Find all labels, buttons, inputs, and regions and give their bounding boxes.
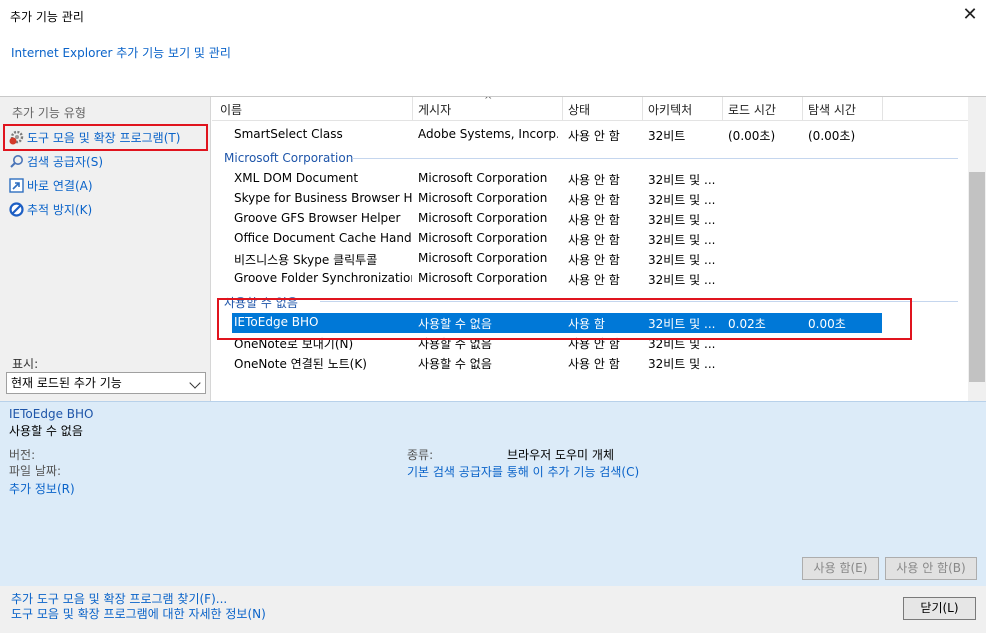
table-row[interactable]: OneNote 연결된 노트(K) 사용할 수 없음 사용 안 함 32비트 및… <box>212 353 968 373</box>
cell-name: Skype for Business Browser He... <box>234 191 412 205</box>
addon-type-search[interactable]: 검색 공급자(S) <box>9 151 103 171</box>
more-info-link[interactable]: 추가 정보(R) <box>9 480 75 497</box>
cell-arch: 32비트 및 ... <box>648 273 716 287</box>
show-select-value: 현재 로드된 추가 기능 <box>11 376 122 390</box>
cell-arch: 32비트 및 ... <box>648 213 716 227</box>
column-separator[interactable] <box>412 97 413 121</box>
cell-name: SmartSelect Class <box>234 127 343 141</box>
table-row[interactable]: XML DOM Document Microsoft Corporation 사… <box>212 169 968 189</box>
close-button[interactable]: 닫기(L) <box>903 597 976 620</box>
cell-status: 사용 안 함 <box>568 273 620 287</box>
show-select[interactable]: 현재 로드된 추가 기능 <box>6 372 206 394</box>
title-bar: 추가 기능 관리 ✕ <box>0 0 986 30</box>
version-label: 버전: <box>9 448 36 462</box>
cell-name: Groove GFS Browser Helper <box>234 211 401 225</box>
sort-up-icon: ^ <box>484 97 493 106</box>
detail-addon-status: 사용할 수 없음 <box>9 424 83 438</box>
column-header-publisher[interactable]: 게시자 <box>418 101 451 118</box>
cell-arch: 32비트 및 ... <box>648 173 716 187</box>
addon-type-tracking[interactable]: 추적 방지(K) <box>9 199 92 219</box>
cell-arch: 32비트 및 ... <box>648 233 716 247</box>
column-separator[interactable] <box>562 97 563 121</box>
addon-types-pane: 추가 기능 유형 도구 모음 및 확장 프로그램(T) 검색 공급자(S) 바로… <box>0 97 211 401</box>
scrollbar-thumb[interactable] <box>969 172 985 382</box>
vertical-scrollbar[interactable] <box>968 97 986 401</box>
table-row[interactable]: Groove GFS Browser Helper Microsoft Corp… <box>212 209 968 229</box>
group-header: Microsoft Corporation <box>224 151 354 165</box>
show-label: 표시: <box>12 357 39 371</box>
cell-publisher: Microsoft Corporation <box>418 251 548 265</box>
table-row[interactable]: SmartSelect Class Adobe Systems, Incorp.… <box>212 125 968 145</box>
cell-status: 사용 안 함 <box>568 129 620 143</box>
cell-name: Office Document Cache Handler <box>234 231 412 245</box>
search-addon-link[interactable]: 기본 검색 공급자를 통해 이 추가 기능 검색(C) <box>407 463 639 480</box>
addon-type-label: 바로 연결(A) <box>27 178 93 193</box>
column-header-name[interactable]: 이름 <box>220 101 242 118</box>
table-row[interactable]: Office Document Cache Handler Microsoft … <box>212 229 968 249</box>
type-label: 종류: <box>407 448 434 462</box>
column-separator[interactable] <box>642 97 643 121</box>
cell-load: (0.00초) <box>728 129 776 143</box>
cell-nav: (0.00초) <box>808 129 856 143</box>
cell-publisher: Microsoft Corporation <box>418 171 548 185</box>
column-separator[interactable] <box>722 97 723 121</box>
addon-types-label: 추가 기능 유형 <box>12 106 86 120</box>
column-header-load[interactable]: 로드 시간 <box>728 101 776 118</box>
cell-arch: 32비트 <box>648 129 686 143</box>
cell-status: 사용 안 함 <box>568 233 620 247</box>
footer: 추가 도구 모음 및 확장 프로그램 찾기(F)... 도구 모음 및 확장 프… <box>0 586 986 633</box>
selection-highlight-box <box>3 124 208 151</box>
addon-list: 이름 ^ 게시자 상태 아키텍처 로드 시간 탐색 시간 SmartSelect… <box>212 97 986 401</box>
type-value: 브라우저 도우미 개체 <box>507 448 614 462</box>
cell-name: 비즈니스용 Skype 클릭투콜 <box>234 253 378 267</box>
column-header-status[interactable]: 상태 <box>568 101 590 118</box>
cell-status: 사용 안 함 <box>568 253 620 267</box>
table-row[interactable]: 비즈니스용 Skype 클릭투콜 Microsoft Corporation 사… <box>212 249 968 269</box>
addon-type-accelerators[interactable]: 바로 연결(A) <box>9 175 93 195</box>
detail-addon-name: IEToEdge BHO <box>9 407 94 421</box>
cell-name: XML DOM Document <box>234 171 359 185</box>
cell-publisher: Microsoft Corporation <box>418 211 548 225</box>
accelerator-icon <box>9 177 24 193</box>
window-title: 추가 기능 관리 <box>10 10 84 24</box>
learn-more-link[interactable]: 도구 모음 및 확장 프로그램에 대한 자세한 정보(N) <box>11 605 266 622</box>
column-separator[interactable] <box>802 97 803 121</box>
cell-arch: 32비트 및 ... <box>648 193 716 207</box>
window-subtitle: Internet Explorer 추가 기능 보기 및 관리 <box>11 46 231 60</box>
selection-highlight-box <box>217 298 912 340</box>
cell-publisher: 사용할 수 없음 <box>418 357 492 371</box>
table-row[interactable]: Skype for Business Browser He... Microso… <box>212 189 968 209</box>
table-row[interactable]: Groove Folder Synchronization Microsoft … <box>212 269 968 289</box>
chevron-down-icon <box>189 377 201 389</box>
block-icon <box>9 201 24 217</box>
group-divider <box>352 158 958 159</box>
column-header-nav[interactable]: 탐색 시간 <box>808 101 856 118</box>
cell-status: 사용 안 함 <box>568 213 620 227</box>
cell-arch: 32비트 및 ... <box>648 357 716 371</box>
search-icon <box>9 154 24 169</box>
enable-button[interactable]: 사용 함(E) <box>802 557 879 580</box>
cell-publisher: Microsoft Corporation <box>418 231 548 245</box>
column-separator[interactable] <box>882 97 883 121</box>
cell-name: Groove Folder Synchronization <box>234 271 412 285</box>
cell-publisher: Microsoft Corporation <box>418 191 548 205</box>
details-pane: IEToEdge BHO 사용할 수 없음 버전: 파일 날짜: 추가 정보(R… <box>0 401 986 586</box>
addon-type-label: 검색 공급자(S) <box>27 154 103 169</box>
close-icon[interactable]: ✕ <box>960 4 980 26</box>
cell-status: 사용 안 함 <box>568 173 620 187</box>
cell-arch: 32비트 및 ... <box>648 253 716 267</box>
cell-status: 사용 안 함 <box>568 357 620 371</box>
addon-type-label: 추적 방지(K) <box>27 202 93 217</box>
column-header-arch[interactable]: 아키텍처 <box>648 101 692 118</box>
cell-name: OneNote 연결된 노트(K) <box>234 357 367 371</box>
list-header: 이름 ^ 게시자 상태 아키텍처 로드 시간 탐색 시간 <box>212 97 968 121</box>
cell-publisher: Adobe Systems, Incorp... <box>418 127 558 141</box>
cell-status: 사용 안 함 <box>568 193 620 207</box>
file-date-label: 파일 날짜: <box>9 464 62 478</box>
cell-publisher: Microsoft Corporation <box>418 271 548 285</box>
disable-button[interactable]: 사용 안 함(B) <box>885 557 977 580</box>
